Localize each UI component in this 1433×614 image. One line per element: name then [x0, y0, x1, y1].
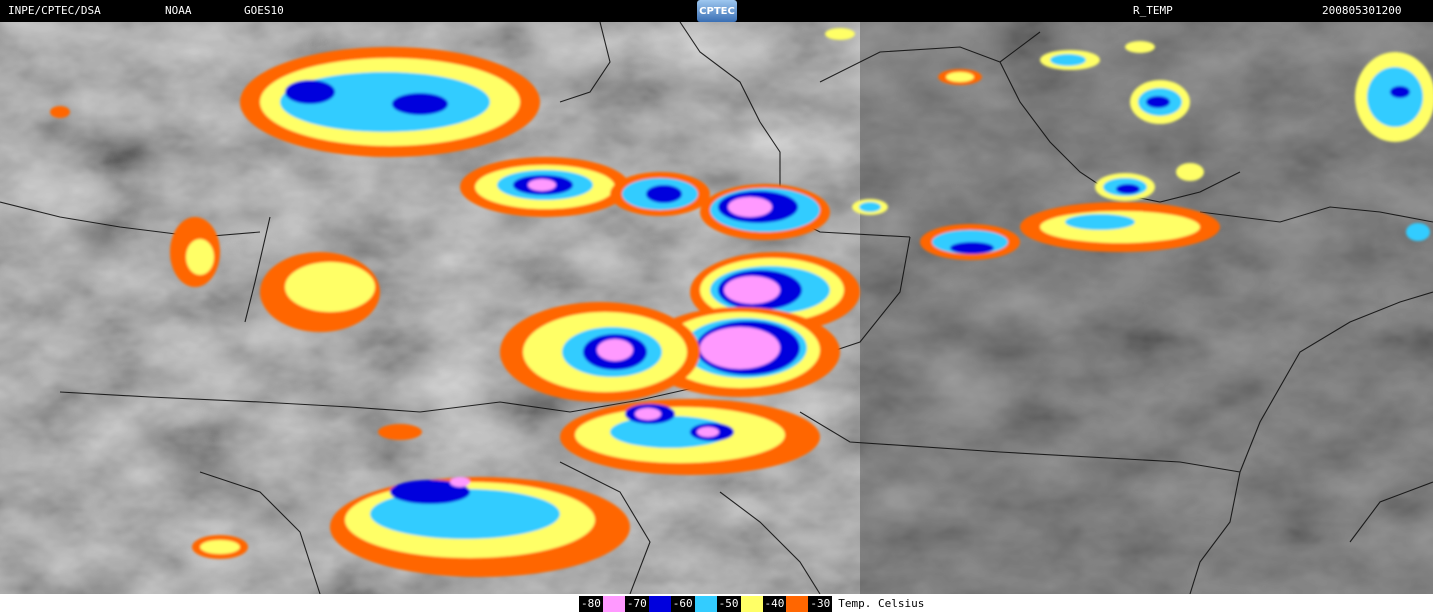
cloud-cell-19	[1040, 50, 1100, 70]
cloud-cell-10	[920, 224, 1020, 260]
cloud-cell-11	[1020, 202, 1220, 252]
cloud-cell-2	[460, 157, 630, 217]
legend-title: Temp. Celsius	[838, 597, 925, 610]
cloud-cell-1	[240, 47, 540, 157]
legend-label-6: -30	[808, 596, 833, 612]
cloud-cell-12	[1095, 173, 1155, 201]
cloud-cell-18	[852, 199, 888, 215]
cloud-cell-8	[560, 399, 820, 475]
cloud-cell-3	[610, 172, 710, 216]
legend-label-2: -70	[624, 596, 649, 612]
legend-swatch-5	[786, 596, 809, 612]
cloud-cell-16	[170, 217, 220, 287]
legend-row: -80 -70 -60 -50 -40 -30 Temp. Celsius	[579, 596, 924, 612]
cloud-cell-4	[700, 184, 830, 240]
cptec-logo: CPTEC	[697, 0, 737, 22]
cloud-cell-15	[260, 252, 380, 332]
image-header: INPE/CPTEC/DSA NOAA GOES10 CPTEC R_TEMP …	[0, 0, 1433, 22]
cloud-cell-17	[192, 535, 248, 559]
cloud-cell-7	[500, 302, 700, 402]
legend-swatch-4	[740, 596, 763, 612]
legend-label-4: -50	[716, 596, 741, 612]
cloud-cell-13	[1130, 80, 1190, 124]
product-label: R_TEMP	[1133, 4, 1173, 17]
cloud-cell-14	[1355, 52, 1433, 142]
legend-label-3: -60	[670, 596, 695, 612]
agency-label: NOAA	[165, 4, 192, 17]
temperature-legend: -80 -70 -60 -50 -40 -30 Temp. Celsius	[0, 594, 1433, 614]
satellite-label: GOES10	[244, 4, 284, 17]
source-label: INPE/CPTEC/DSA	[8, 4, 101, 17]
legend-label-5: -40	[762, 596, 787, 612]
legend-swatch-3	[694, 596, 717, 612]
cloud-cell-20	[938, 69, 982, 85]
legend-label-1: -80	[579, 596, 603, 612]
cloud-cell-9	[330, 477, 630, 577]
datetime-label: 200805301200	[1322, 4, 1402, 17]
legend-swatch-1	[602, 596, 625, 612]
satellite-map	[0, 22, 1433, 594]
legend-swatch-2	[648, 596, 671, 612]
